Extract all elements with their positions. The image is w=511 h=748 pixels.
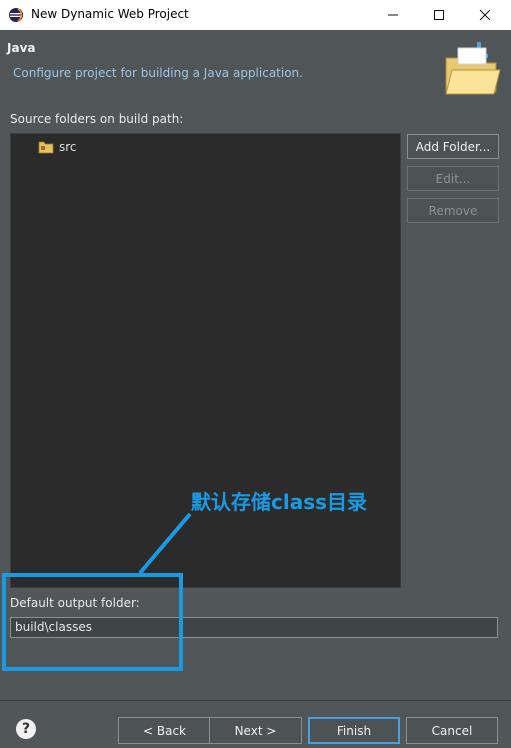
back-button[interactable]: < Back: [118, 717, 211, 744]
remove-label: Remove: [428, 203, 478, 218]
source-folders-tree[interactable]: src: [10, 133, 401, 588]
maximize-button[interactable]: [416, 0, 462, 30]
page-description: Configure project for building a Java ap…: [13, 66, 303, 80]
finish-label: Finish: [336, 723, 372, 738]
window-title: New Dynamic Web Project: [31, 7, 189, 21]
finish-button[interactable]: Finish: [308, 717, 400, 744]
wizard-header: Java Configure project for building a Ja…: [0, 30, 511, 103]
annotation-text: 默认存储class目录: [191, 490, 368, 514]
source-folders-label: Source folders on build path:: [10, 112, 184, 126]
cancel-button[interactable]: Cancel: [406, 717, 498, 744]
edit-label: Edit...: [435, 171, 471, 186]
cancel-label: Cancel: [431, 723, 473, 738]
minimize-icon: [388, 14, 398, 16]
next-button[interactable]: Next >: [209, 717, 302, 744]
title-bar: New Dynamic Web Project: [0, 0, 511, 30]
maximize-icon: [434, 10, 444, 20]
close-button[interactable]: [462, 0, 508, 30]
close-icon: [479, 9, 491, 21]
remove-button[interactable]: Remove: [407, 198, 499, 223]
tree-item-label: src: [59, 140, 77, 154]
minimize-button[interactable]: [370, 0, 416, 30]
annotation-highlight-box: [2, 573, 183, 671]
edit-button[interactable]: Edit...: [407, 166, 499, 191]
page-title: Java: [7, 41, 36, 55]
add-folder-button[interactable]: Add Folder...: [407, 134, 499, 159]
tree-item-src[interactable]: src: [38, 140, 77, 154]
back-label: < Back: [142, 723, 186, 738]
footer-divider: [0, 700, 511, 701]
help-icon[interactable]: ?: [16, 719, 36, 739]
eclipse-icon: [9, 8, 23, 22]
folder-icon: [445, 42, 501, 95]
add-folder-label: Add Folder...: [415, 139, 491, 154]
package-folder-icon: [38, 141, 54, 154]
next-label: Next >: [234, 723, 277, 738]
